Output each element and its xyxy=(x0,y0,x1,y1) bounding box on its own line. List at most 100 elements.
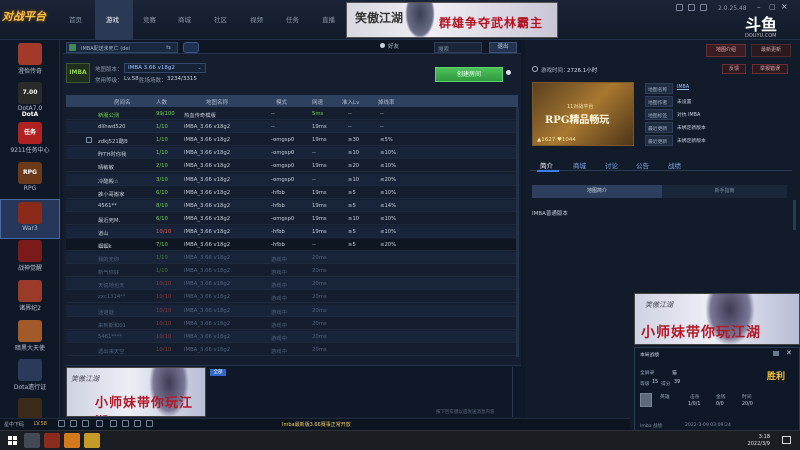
tab-discuss[interactable]: 讨论 xyxy=(605,160,618,170)
table-row[interactable]: 新服公测 99/100 热血传奇模版 -- 5ms -- -- xyxy=(66,108,518,120)
taskbar-explorer-icon[interactable] xyxy=(24,433,40,448)
minimize-icon[interactable]: – xyxy=(757,3,761,11)
cell-players: 1/10 xyxy=(156,150,168,157)
status-notice[interactable]: Imba最新版3.66赛事正常开放 xyxy=(282,421,351,428)
chat-ad-banner[interactable]: 笑傲江湖 小师妹带你玩江湖 xyxy=(66,367,206,417)
table-row[interactable]: zxc1314** 10/10 IMBA_3.66 v18g2 游戏中 20ms xyxy=(66,291,518,304)
taskbar-platform-icon[interactable] xyxy=(44,433,60,448)
taskbar-clock[interactable]: 3:18 2022/3/9 xyxy=(740,434,770,448)
cell-players: 10/10 xyxy=(156,320,172,327)
tab-shop[interactable]: 商城 xyxy=(573,160,586,170)
status-username[interactable]: 星中下码 xyxy=(4,421,24,428)
table-row[interactable]: 天说地也天 10/10 IMBA_3.66 v18g2 游戏中 20ms xyxy=(66,278,518,291)
create-room-button[interactable]: 创建房间 xyxy=(435,67,503,82)
table-row[interactable]: 透出来天空 10/10 IMBA_3.66 v18g2 游戏中 20ms xyxy=(66,344,518,356)
create-options-icon[interactable] xyxy=(506,70,511,75)
col-drop-rate[interactable]: 掉线率 xyxy=(378,98,395,106)
windows-start-icon[interactable] xyxy=(8,436,17,445)
sidebar-item-legend[interactable]: 澄怡传奇 xyxy=(0,41,60,81)
status-share-icon[interactable] xyxy=(146,420,153,427)
friends-button[interactable]: 好友 xyxy=(380,42,422,53)
status-music-icon[interactable] xyxy=(134,420,141,427)
exit-button[interactable]: 退出 xyxy=(489,42,517,53)
map-cover-image[interactable]: 11对战平台 RPG精品畅玩 ▲1627 ♥1044 xyxy=(532,82,634,146)
sidebar-item-zhanshen[interactable]: 战神觉醒 xyxy=(0,238,60,278)
overlay-ad-banner[interactable]: 笑傲江湖 小师妹带你玩江湖 xyxy=(634,293,800,345)
feedback-button[interactable]: 反馈 xyxy=(722,64,746,74)
nav-tasks[interactable]: 任务 xyxy=(286,14,299,24)
table-row[interactable]: 蝈蝈k 7/10 IMBA_3.66 v18g2 -hfbb -- ≥5 ≤20% xyxy=(66,239,518,251)
skin-icon[interactable] xyxy=(676,4,683,11)
detail-scrollbar[interactable] xyxy=(793,200,796,230)
nav-competition[interactable]: 竞赛 xyxy=(143,14,156,24)
table-row[interactable]: 道山 10/10 IMBA_3.66 v18g2 -hfbb 19ms ≥5 ≤10% xyxy=(66,225,518,238)
refresh-icon[interactable] xyxy=(183,42,199,53)
tab-notice[interactable]: 公告 xyxy=(636,160,649,170)
subtab-beginner-guide[interactable]: 新手指南 xyxy=(662,185,787,198)
map-intro-button[interactable]: 地图介绍 xyxy=(706,44,746,57)
top-ad-banner[interactable]: 笑傲江湖 群雄争夺武林霸主 xyxy=(346,2,558,38)
close-icon[interactable]: × xyxy=(781,2,788,11)
table-row[interactable]: 4561** 8/10 IMBA_3.66 v18g2 -hfbb 19ms ≥5 ≤14% xyxy=(66,199,518,212)
sidebar-item-zhujie[interactable]: 诸界纪2 xyxy=(0,278,60,318)
status-headset-icon[interactable] xyxy=(82,420,89,427)
tab-imba-room[interactable]: IMBA配送未死亡 (dei xyxy=(66,42,178,53)
col-level[interactable]: 准入Lv xyxy=(342,98,359,106)
sidebar-item-angel[interactable]: 暗黑大天使 xyxy=(0,318,60,358)
nav-home[interactable]: 首页 xyxy=(69,14,82,24)
status-diamond-icon[interactable] xyxy=(110,420,117,427)
table-row[interactable]: dlihwd520 1/10 IMBA_3.66 v18g2 -- 19ms -- -- xyxy=(66,121,518,134)
status-gear-icon[interactable] xyxy=(96,420,103,427)
col-ping[interactable]: 网速 xyxy=(312,98,323,106)
info-value[interactable]: IMBA xyxy=(677,85,689,90)
sidebar-item-dota[interactable]: 7.00 DotA DotA7.0 xyxy=(0,80,60,120)
maximize-icon[interactable]: ▢ xyxy=(769,3,776,11)
nav-live[interactable]: 直播 xyxy=(322,14,335,24)
tab-records[interactable]: 战绩 xyxy=(668,160,681,170)
table-row[interactable]: 冷酷殿☆ 3/10 IMBA_3.66 v18g2 -omgsp0 -- ≥10 ≤20% xyxy=(66,173,518,186)
table-row[interactable]: 我的无你 1/10 IMBA_3.66 v18g2 游戏中 20ms xyxy=(66,252,518,265)
nav-games[interactable]: 游戏 xyxy=(106,14,119,24)
subtab-map-intro[interactable]: 地图简介 xyxy=(532,185,662,198)
overlay-close-icon[interactable]: ✕ xyxy=(786,349,792,357)
table-row[interactable]: 来到斯和01 10/10 IMBA_3.66 v18g2 游戏中 20ms xyxy=(66,318,518,330)
overlay-minimize-icon[interactable] xyxy=(773,351,779,356)
notification-icon[interactable] xyxy=(782,436,791,444)
share-icon[interactable]: ⇆ xyxy=(166,44,171,51)
chat-input-hint[interactable]: 按下回车键以后发送消息内容 xyxy=(436,409,495,415)
table-row[interactable]: 最近死M. 6/10 IMBA_3.66 v18g2 -omgsp0 19ms ≥10 ≤1… xyxy=(66,213,518,225)
tab-intro[interactable]: 简介 xyxy=(540,160,553,170)
report-error-button[interactable]: 举报错误 xyxy=(752,64,788,74)
col-map[interactable]: 地图名称 xyxy=(206,98,228,106)
settings-icon[interactable] xyxy=(700,4,707,11)
col-mode[interactable]: 模式 xyxy=(276,98,287,106)
sidebar-item-dota-pass[interactable]: Dota遗行证 xyxy=(0,357,60,397)
nav-video[interactable]: 视频 xyxy=(250,14,263,24)
chat-channel-tag[interactable]: 全部 xyxy=(210,369,226,376)
map-version-select[interactable]: IMBA 3.66 v18g2 ⌄ xyxy=(124,63,206,73)
col-players[interactable]: 人数 xyxy=(156,98,167,106)
map-version-label: 地图版本： xyxy=(95,67,123,73)
table-row[interactable]: 新气你好 1/10 IMBA_3.66 v18g2 游戏中 20ms xyxy=(66,265,518,278)
table-row[interactable]: zdkj521酷B 1/10 IMBA_3.66 v18g2 -omgsp0 19ms ≥… xyxy=(66,134,518,147)
status-grid-icon[interactable] xyxy=(122,420,129,427)
taskbar-app-icon[interactable] xyxy=(64,433,80,448)
sidebar-item-rpg[interactable]: RPG RPG xyxy=(0,160,60,200)
nav-community[interactable]: 社区 xyxy=(214,14,227,24)
sidebar-item-war3[interactable]: War3 xyxy=(0,199,60,239)
status-mic-icon[interactable] xyxy=(58,420,65,427)
nav-shop[interactable]: 商城 xyxy=(178,14,191,24)
taskbar-game-icon[interactable] xyxy=(84,433,100,448)
room-search-input[interactable]: 搜索 xyxy=(434,42,482,53)
sidebar-item-task[interactable]: 任务 9211任务中心 xyxy=(0,120,60,160)
col-room-name[interactable]: 房间名 xyxy=(114,98,131,106)
table-scrollbar[interactable] xyxy=(516,107,519,357)
status-chat-icon[interactable] xyxy=(70,420,77,427)
table-row[interactable]: 誰小哥搬家 6/10 IMBA_3.66 v18g2 -hfbb 19ms ≥5 ≤10% xyxy=(66,187,518,199)
mail-icon[interactable] xyxy=(688,4,695,11)
table-row[interactable]: 迷谜谜 10/10 IMBA_3.66 v18g2 游戏中 20ms xyxy=(66,304,518,317)
table-row[interactable]: 昨TH时你我 1/10 IMBA_3.66 v18g2 -omgsp0 -- ≥10 ≤10… xyxy=(66,147,518,160)
table-row[interactable]: 5461**** 10/10 IMBA_3.66 v18g2 游戏中 20ms xyxy=(66,330,518,343)
recent-update-button[interactable]: 最新更新 xyxy=(751,44,791,57)
table-row[interactable]: 晴敏敏 2/10 IMBA_3.66 v18g2 -omgsp0 19ms ≥20 ≤10% xyxy=(66,160,518,173)
